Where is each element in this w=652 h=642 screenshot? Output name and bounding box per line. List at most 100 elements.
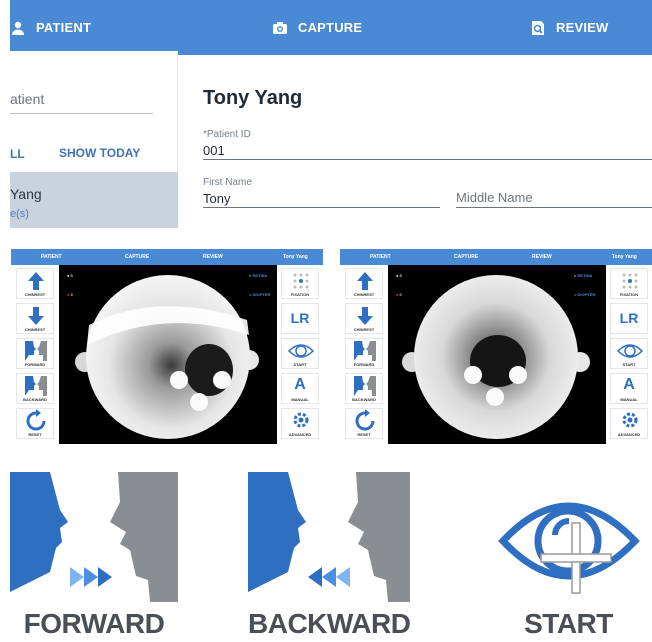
forward-label-large: FORWARD	[23, 608, 165, 639]
mini-tab-patient[interactable]: PATIENT	[370, 254, 391, 260]
forward-button[interactable]: FORWARD	[345, 338, 383, 369]
backward-button[interactable]: BACKWARD	[16, 373, 54, 404]
fixation-label: FIXATION	[619, 292, 639, 297]
indicator-bottom-left-value: 0	[70, 292, 73, 297]
person-icon	[12, 21, 24, 35]
indicator-top-left-value: 5	[399, 273, 402, 278]
backward-button[interactable]: BACKWARD	[345, 373, 383, 404]
patient-form: Tony Yang *Patient ID 001 First Name Ton…	[178, 55, 652, 228]
forward-face-icon	[10, 472, 178, 602]
tab-capture[interactable]: CAPTURE	[272, 0, 362, 55]
mini-patient-name: Tony Yang	[283, 254, 308, 260]
arrow-down-icon	[28, 307, 44, 325]
reset-icon	[26, 409, 46, 431]
backward-face-icon	[25, 376, 47, 396]
mini-tab-patient[interactable]: PATIENT	[41, 254, 62, 260]
gear-icon	[622, 412, 638, 428]
gear-icon	[293, 412, 309, 428]
manual-glyph: A	[623, 376, 635, 393]
mini-tab-review[interactable]: REVIEW	[532, 254, 552, 260]
fixation-grid-icon	[622, 273, 638, 289]
capture-screen-1: PATIENT CAPTURE REVIEW Tony Yang CHINRES…	[11, 249, 323, 444]
fixation-button[interactable]: FIXATION	[281, 268, 319, 299]
patient-search-input[interactable]: atient	[10, 91, 44, 107]
advanced-button[interactable]: ADVANCED	[610, 408, 648, 439]
patient-id-field[interactable]: 001	[203, 143, 225, 158]
capture-top-bar: PATIENT CAPTURE REVIEW Tony Yang	[340, 249, 652, 265]
camera-icon	[273, 21, 287, 34]
indicator-bottom-left-value: 0	[399, 292, 402, 297]
forward-button[interactable]: FORWARD	[16, 338, 54, 369]
indicator-top-left: ● 5	[396, 273, 402, 278]
indicator-top-left-value: 5	[70, 273, 73, 278]
eye-crosshair-icon	[498, 502, 640, 594]
diopter-toggle[interactable]: ○ DIOPTER	[574, 292, 595, 297]
start-button-large[interactable]: START	[485, 473, 652, 642]
patient-list-item-images[interactable]: e(s)	[10, 208, 29, 220]
backward-label-large: BACKWARD	[248, 608, 410, 639]
advanced-button[interactable]: ADVANCED	[281, 408, 319, 439]
show-today-button[interactable]: SHOW TODAY	[59, 146, 140, 160]
lr-button[interactable]: LR	[281, 303, 319, 334]
tab-review[interactable]: REVIEW	[530, 0, 608, 55]
fixation-button[interactable]: FIXATION	[610, 268, 648, 299]
capture-top-bar: PATIENT CAPTURE REVIEW Tony Yang	[11, 249, 323, 265]
chinrest-up-button[interactable]: CHINREST	[345, 268, 383, 299]
retina-toggle[interactable]: ◐ RETINA	[574, 273, 592, 278]
start-button[interactable]: START	[281, 338, 319, 369]
first-name-field[interactable]: Tony	[203, 191, 230, 206]
patient-id-underline	[203, 159, 652, 160]
tab-capture-label: CAPTURE	[298, 20, 363, 35]
mini-tab-capture[interactable]: CAPTURE	[125, 254, 149, 260]
reset-icon	[355, 409, 375, 431]
diopter-label: DIOPTER	[252, 292, 271, 297]
show-all-button[interactable]: LL	[10, 147, 25, 161]
start-label-large: START	[524, 608, 613, 639]
chinrest-down-label: CHINREST	[353, 327, 375, 332]
chinrest-down-button[interactable]: CHINREST	[16, 303, 54, 334]
retina-label: RETINA	[252, 273, 268, 278]
retina-toggle[interactable]: ◐ RETINA	[249, 273, 267, 278]
right-controls: FIXATION LR START A MANUAL ADVANCED	[606, 265, 652, 444]
diopter-toggle[interactable]: ○ DIOPTER	[249, 292, 270, 297]
patient-list-item-name: Yang	[10, 186, 42, 202]
backward-button-large[interactable]: BACKWARD	[248, 472, 410, 642]
reset-button[interactable]: RESET	[16, 408, 54, 439]
arrow-up-icon	[357, 272, 373, 290]
arrow-up-icon	[28, 272, 44, 290]
chinrest-up-label: CHINREST	[24, 292, 46, 297]
forward-button-large[interactable]: FORWARD	[10, 472, 178, 642]
left-controls: CHINREST CHINREST FORWARD BACKWARD RESET	[11, 265, 59, 444]
reset-label: RESET	[28, 432, 42, 437]
tab-review-label: REVIEW	[556, 20, 609, 35]
mini-tab-capture[interactable]: CAPTURE	[454, 254, 478, 260]
patient-list-item[interactable]: Yang e(s)	[10, 172, 178, 228]
backward-label: BACKWARD	[352, 397, 376, 402]
tab-patient[interactable]: PATIENT	[10, 0, 91, 55]
patient-id-label: *Patient ID	[203, 129, 251, 140]
lr-button[interactable]: LR	[610, 303, 648, 334]
patient-app-screenshot: PATIENT CAPTURE REVIEW atient LL SHOW TO…	[10, 0, 652, 228]
manual-glyph: A	[294, 376, 306, 393]
fixation-grid-icon	[293, 273, 309, 289]
chinrest-down-button[interactable]: CHINREST	[345, 303, 383, 334]
top-nav-bar: PATIENT CAPTURE REVIEW	[10, 0, 652, 55]
lr-label: LR	[619, 310, 639, 326]
manual-button[interactable]: A MANUAL	[281, 373, 319, 404]
manual-button[interactable]: A MANUAL	[610, 373, 648, 404]
eye-image	[75, 275, 259, 439]
reset-label: RESET	[357, 432, 371, 437]
mini-tab-review[interactable]: REVIEW	[203, 254, 223, 260]
middle-name-field[interactable]: Middle Name	[456, 190, 533, 205]
backward-face-icon	[354, 376, 376, 396]
patient-list-panel: atient LL SHOW TODAY Yang e(s)	[10, 55, 178, 228]
indicator-bottom-left: ● 0	[396, 292, 402, 297]
chinrest-up-button[interactable]: CHINREST	[16, 268, 54, 299]
camera-live-view: ● 5 ● 0 ◐ RETINA ○ DIOPTER	[388, 265, 606, 444]
start-button[interactable]: START	[610, 338, 648, 369]
advanced-label: ADVANCED	[617, 432, 641, 437]
indicator-top-left: ● 5	[67, 273, 73, 278]
reset-button[interactable]: RESET	[345, 408, 383, 439]
arrow-down-icon	[357, 307, 373, 325]
manual-label: MANUAL	[620, 397, 638, 402]
